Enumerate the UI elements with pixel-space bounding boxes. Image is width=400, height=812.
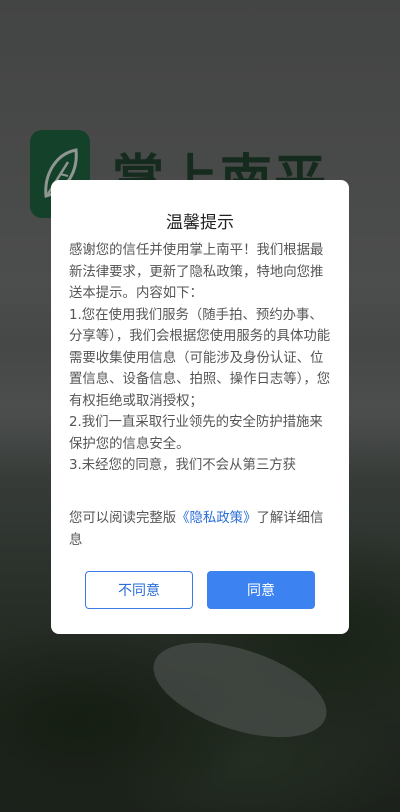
privacy-dialog: 温馨提示 感谢您的信任并使用掌上南平！我们根据最新法律要求，更新了隐私政策，特地…	[51, 180, 349, 634]
body-paragraph: 1.您在使用我们服务（随手拍、预约办事、分享等），我们会根据您使用服务的具体功能…	[69, 307, 331, 409]
body-paragraph: 感谢您的信任并使用掌上南平！我们根据最新法律要求，更新了隐私政策，特地向您推送本…	[69, 243, 324, 301]
read-more-prefix: 您可以阅读完整版	[69, 511, 177, 526]
body-paragraph: 2.我们一直采取行业领先的安全防护措施来保护您的信息安全。	[69, 415, 323, 452]
agree-button[interactable]: 同意	[207, 571, 315, 609]
read-more-text: 您可以阅读完整版《隐私政策》了解详细信息	[69, 508, 331, 551]
body-paragraph: 3.未经您的同意，我们不会从第三方获	[69, 458, 297, 473]
privacy-policy-link[interactable]: 《隐私政策》	[176, 511, 256, 526]
disagree-button[interactable]: 不同意	[85, 571, 193, 609]
dialog-title: 温馨提示	[166, 213, 234, 233]
dialog-body[interactable]: 感谢您的信任并使用掌上南平！我们根据最新法律要求，更新了隐私政策，特地向您推送本…	[69, 240, 331, 496]
